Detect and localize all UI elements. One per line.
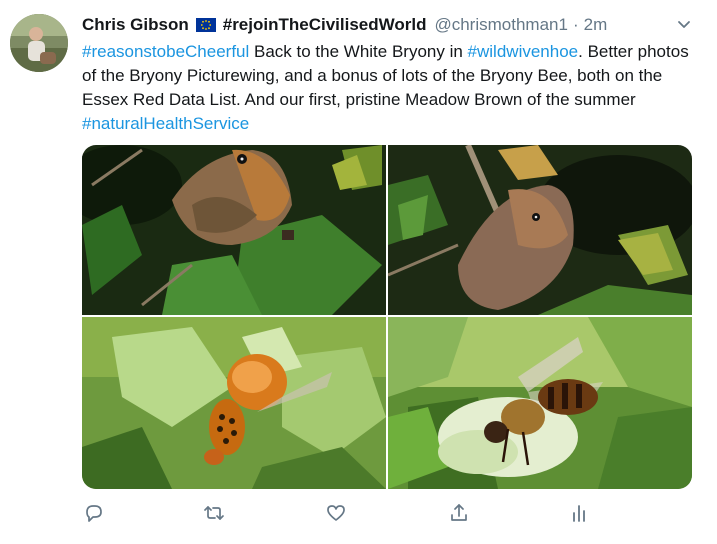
tweet-timestamp[interactable]: 2m — [584, 15, 608, 35]
author-handle[interactable]: @chrismothman1 — [434, 15, 567, 35]
analytics-icon[interactable] — [568, 502, 590, 524]
chevron-down-icon[interactable] — [676, 16, 692, 32]
tweet-actions — [82, 500, 602, 528]
separator-dot: · — [572, 15, 579, 34]
eu-flag-icon — [195, 18, 216, 32]
share-icon[interactable] — [448, 502, 470, 524]
photo-meadow-brown-2[interactable] — [388, 145, 692, 315]
tweet-text-part: Back to the White Bryony in — [249, 42, 468, 61]
hashtag-link[interactable]: #reasonstobeCheerful — [82, 42, 249, 61]
photo-bryony-bee[interactable] — [388, 317, 692, 489]
photo-meadow-brown-1[interactable] — [82, 145, 386, 315]
media-grid — [82, 145, 692, 489]
tweet-text: #reasonstobeCheerful Back to the White B… — [82, 40, 697, 136]
hashtag-link[interactable]: #wildwivenhoe — [468, 42, 579, 61]
author-name[interactable]: Chris Gibson — [82, 15, 189, 35]
avatar[interactable] — [10, 14, 68, 72]
like-icon[interactable] — [325, 502, 347, 524]
reply-icon[interactable] — [83, 502, 105, 524]
tweet-header: Chris Gibson #rejoinTheCivilisedWorld @c… — [82, 14, 607, 36]
retweet-icon[interactable] — [203, 502, 225, 524]
tweet-card: Chris Gibson #rejoinTheCivilisedWorld @c… — [0, 0, 717, 544]
hashtag-link[interactable]: #naturalHealthService — [82, 114, 249, 133]
author-name-suffix[interactable]: #rejoinTheCivilisedWorld — [223, 15, 427, 35]
photo-bryony-picturewing[interactable] — [82, 317, 386, 489]
